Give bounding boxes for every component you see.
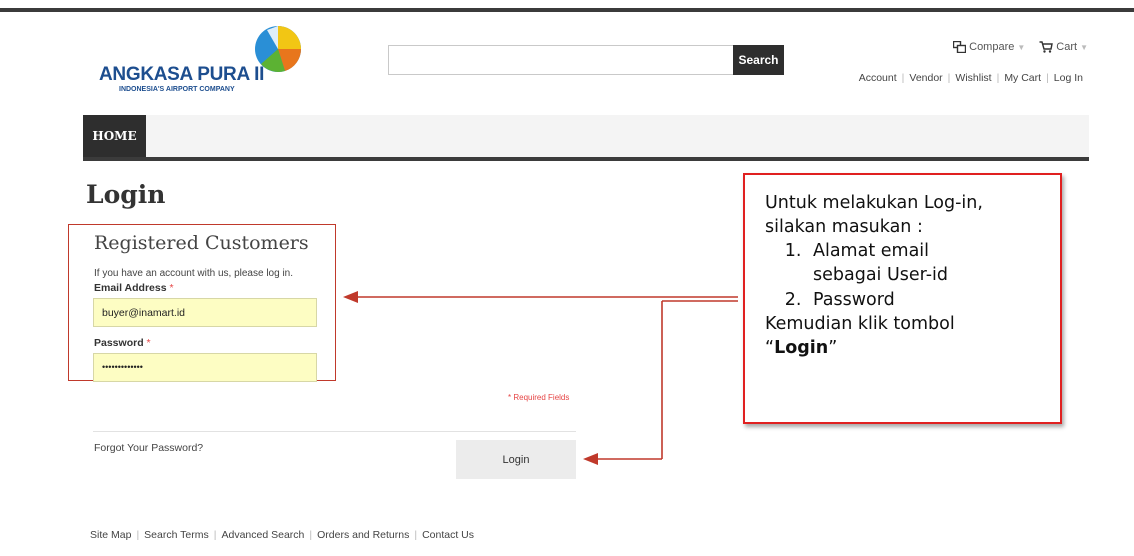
arrowhead-login-icon bbox=[583, 453, 598, 465]
callout-item-1-b: sebagai User-id bbox=[813, 265, 949, 286]
instruction-callout: Untuk melakukan Log-in, silakan masukan … bbox=[743, 173, 1062, 424]
quote-open: “ bbox=[765, 337, 775, 358]
callout-line-1: Untuk melakukan Log-in, bbox=[765, 193, 983, 213]
quote-close: ” bbox=[828, 337, 838, 358]
callout-list: Alamat email sebagai User-id Password bbox=[765, 239, 1040, 311]
callout-line-3: Kemudian klik tombol bbox=[765, 313, 955, 334]
callout-item-1-a: Alamat email bbox=[813, 241, 930, 262]
callout-item-1: Alamat email sebagai User-id bbox=[807, 239, 1040, 287]
callout-line-2: silakan masukan : bbox=[765, 217, 923, 238]
callout-item-2: Password bbox=[807, 288, 1040, 312]
quote-word: Login bbox=[774, 337, 829, 358]
callout-quote: “Login” bbox=[765, 336, 1040, 360]
arrowhead-email-icon bbox=[343, 291, 358, 303]
